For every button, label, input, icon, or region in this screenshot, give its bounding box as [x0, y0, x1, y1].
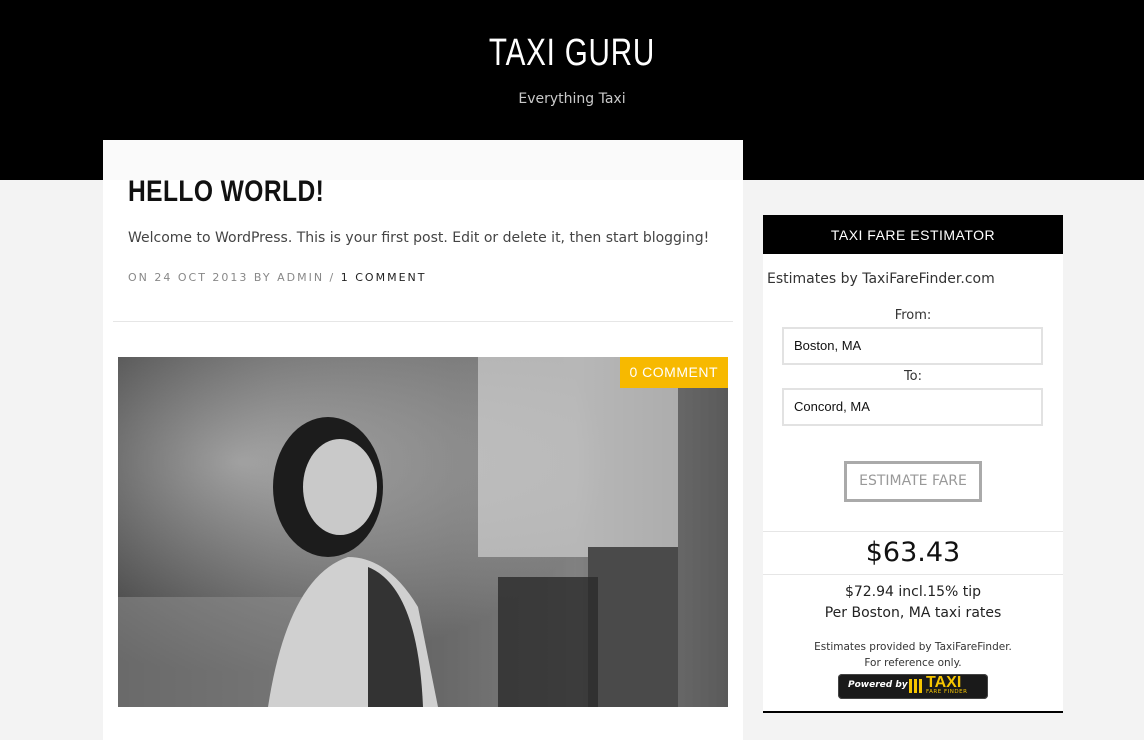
- comments-link[interactable]: 1 COMMENT: [341, 271, 427, 284]
- post-meta: ON 24 OCT 2013 BY ADMIN / 1 COMMENT: [128, 271, 426, 284]
- fare-with-tip: $72.94 incl.15% tip: [844, 584, 982, 600]
- content-top-band: [103, 140, 743, 180]
- powered-by-badge[interactable]: Powered by TAXI FARE FINDER: [838, 674, 988, 699]
- provided-by-note: Estimates provided by TaxiFareFinder.: [814, 641, 1012, 653]
- divider: [113, 321, 733, 322]
- from-input[interactable]: Boston, MA: [782, 327, 1043, 365]
- to-input[interactable]: Concord, MA: [782, 388, 1043, 426]
- taxi-fare-widget: TAXI FARE ESTIMATOR Estimates by TaxiFar…: [763, 215, 1063, 713]
- powered-sub: FARE FINDER: [926, 689, 968, 695]
- site-tagline: Everything Taxi: [518, 91, 626, 107]
- estimate-fare-button[interactable]: ESTIMATE FARE: [844, 461, 982, 502]
- post-excerpt: Welcome to WordPress. This is your first…: [128, 230, 710, 246]
- post-date-author: ON 24 OCT 2013 BY ADMIN /: [128, 271, 341, 284]
- featured-image[interactable]: 0 COMMENT: [118, 357, 728, 707]
- taxi-grid-icon: [909, 679, 923, 693]
- from-label: From:: [894, 308, 932, 323]
- featured-comment-badge[interactable]: 0 COMMENT: [619, 357, 728, 388]
- to-label: To:: [903, 369, 923, 384]
- powered-by-text: Powered by: [848, 680, 908, 690]
- reference-note: For reference only.: [864, 657, 962, 669]
- widget-title: TAXI FARE ESTIMATOR: [763, 215, 1063, 254]
- featured-image-art: [118, 357, 728, 707]
- post-title[interactable]: HELLO WORLD!: [128, 175, 324, 209]
- fare-result: $63.43: [763, 531, 1063, 575]
- estimates-by-text: Estimates by TaxiFareFinder.com: [767, 271, 995, 287]
- site-title[interactable]: TAXI GURU: [126, 32, 1018, 75]
- post-content-area: HELLO WORLD! Welcome to WordPress. This …: [103, 140, 743, 740]
- rates-note: Per Boston, MA taxi rates: [824, 605, 1002, 621]
